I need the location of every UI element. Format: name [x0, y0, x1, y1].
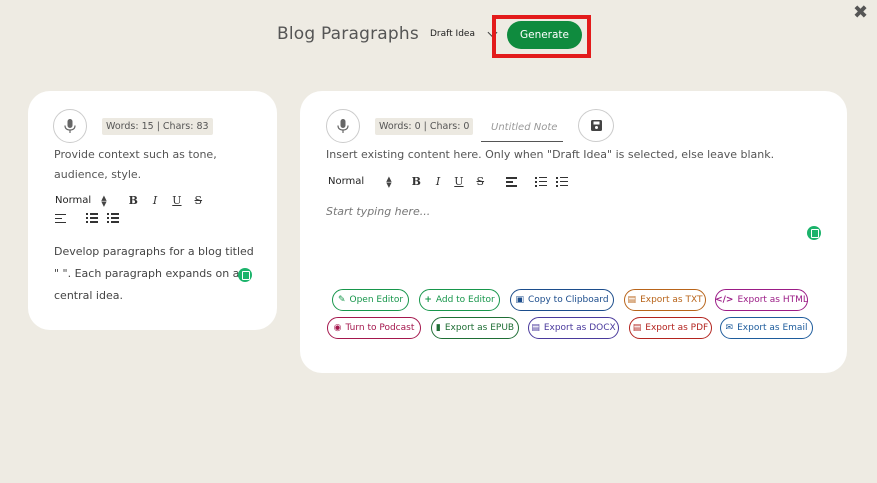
action-label: Turn to Podcast: [345, 323, 415, 333]
save-button[interactable]: [578, 109, 614, 142]
right-mic-button[interactable]: [326, 109, 360, 143]
export-txt-button[interactable]: ▤ Export as TXT: [624, 289, 706, 311]
podcast-icon: ◉: [333, 323, 342, 333]
export-pdf-button[interactable]: ▤ Export as PDF: [629, 317, 712, 339]
action-label: Export as PDF: [645, 323, 709, 333]
grammar-check-icon[interactable]: [807, 226, 821, 240]
export-email-button[interactable]: ✉ Export as Email: [720, 317, 813, 339]
action-label: Export as EPUB: [444, 323, 515, 333]
save-icon: [590, 120, 602, 131]
right-toolbar: Normal ▲ ▼ B I U S: [328, 174, 569, 189]
left-editor-content[interactable]: Develop paragraphs for a blog titled " "…: [54, 241, 259, 307]
book-icon: ▮: [435, 323, 441, 333]
left-mic-button[interactable]: [53, 109, 87, 143]
export-html-button[interactable]: </> Export as HTML: [715, 289, 808, 311]
bold-button[interactable]: B: [129, 194, 138, 207]
file-icon: ▤: [531, 323, 540, 333]
right-word-counter: Words: 0 | Chars: 0: [375, 118, 474, 135]
action-label: Export as Email: [737, 323, 808, 333]
align-left-icon[interactable]: [506, 177, 518, 187]
plus-icon: +: [424, 295, 432, 305]
strike-button[interactable]: S: [195, 194, 203, 207]
generate-button[interactable]: Generate: [507, 21, 582, 49]
microphone-icon: [337, 119, 349, 133]
grammar-check-icon[interactable]: [238, 268, 252, 282]
bold-button[interactable]: B: [412, 175, 421, 188]
action-label: Export as TXT: [640, 295, 703, 305]
editor-placeholder[interactable]: Start typing here...: [326, 205, 430, 218]
copy-to-clipboard-button[interactable]: ▣ Copy to Clipboard: [510, 289, 614, 311]
turn-to-podcast-button[interactable]: ◉ Turn to Podcast: [327, 317, 421, 339]
italic-button[interactable]: I: [436, 175, 440, 188]
action-label: Add to Editor: [435, 295, 495, 305]
italic-button[interactable]: I: [153, 194, 157, 207]
pdf-icon: ▤: [632, 323, 642, 333]
right-format-select[interactable]: Normal ▲ ▼: [328, 174, 392, 189]
ordered-list-icon[interactable]: [535, 176, 548, 187]
updown-icon: ▲ ▼: [101, 193, 107, 208]
export-epub-button[interactable]: ▮ Export as EPUB: [431, 317, 519, 339]
bullet-list-icon[interactable]: [556, 176, 569, 187]
bullet-list-icon[interactable]: [107, 213, 119, 223]
note-title-input[interactable]: [481, 114, 563, 142]
left-toolbar: Normal ▲ ▼ B I U S: [55, 194, 202, 207]
left-word-counter: Words: 15 | Chars: 83: [102, 118, 213, 135]
format-label: Normal: [55, 195, 92, 206]
align-left-icon[interactable]: [55, 213, 66, 223]
format-label: Normal: [328, 176, 365, 187]
underline-button[interactable]: U: [454, 175, 463, 188]
add-to-editor-button[interactable]: + Add to Editor: [419, 289, 500, 311]
export-docx-button[interactable]: ▤ Export as DOCX: [528, 317, 619, 339]
ordered-list-icon[interactable]: [86, 213, 98, 223]
right-helper-text: Insert existing content here. Only when …: [326, 148, 775, 161]
strike-button[interactable]: S: [477, 175, 485, 188]
mode-select[interactable]: Draft Idea: [430, 27, 498, 39]
left-helper-text: Provide context such as tone, audience, …: [54, 148, 217, 181]
envelope-icon: ✉: [725, 323, 734, 333]
file-icon: ▤: [627, 295, 637, 305]
open-editor-button[interactable]: ✎ Open Editor: [332, 289, 409, 311]
code-icon: </>: [715, 295, 734, 305]
left-format-select[interactable]: Normal ▲ ▼: [55, 193, 107, 208]
action-label: Export as HTML: [737, 295, 808, 305]
page-title: Blog Paragraphs: [277, 24, 419, 44]
action-label: Open Editor: [349, 295, 404, 305]
microphone-icon: [64, 119, 76, 133]
underline-button[interactable]: U: [172, 194, 181, 207]
header: Blog Paragraphs Draft Idea Generate: [0, 15, 877, 58]
action-label: Copy to Clipboard: [527, 295, 609, 305]
mode-select-value: Draft Idea: [430, 29, 475, 39]
pencil-icon: ✎: [337, 295, 346, 305]
clipboard-icon: ▣: [515, 295, 524, 305]
left-toolbar-row2: [55, 213, 119, 223]
action-label: Export as DOCX: [543, 323, 616, 333]
updown-icon: ▲ ▼: [386, 174, 392, 189]
